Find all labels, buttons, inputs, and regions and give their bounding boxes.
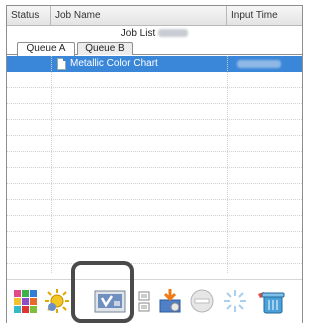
delete-button[interactable]	[252, 288, 292, 314]
color-chart-icon	[14, 290, 37, 313]
document-small-icon	[138, 291, 150, 312]
tab-queue-b[interactable]: Queue B	[77, 42, 133, 55]
settings-button[interactable]	[44, 288, 70, 314]
trash-icon	[258, 292, 285, 314]
column-divider	[51, 56, 52, 273]
job-list-title: Job List	[7, 27, 302, 41]
minus-circle-icon	[190, 289, 214, 313]
highlight-ring	[71, 261, 134, 323]
document-icon	[57, 58, 66, 70]
print-output-button[interactable]	[157, 288, 183, 314]
color-chart-button[interactable]	[13, 288, 39, 314]
job-list-title-text: Job List	[120, 28, 156, 39]
column-job-name[interactable]: Job Name	[51, 6, 227, 25]
print-output-icon	[159, 289, 181, 313]
column-divider	[227, 56, 228, 273]
sparkle-icon	[224, 290, 246, 312]
input-time-cell-blurred	[237, 60, 281, 68]
job-list-window: Status Job Name Input Time Job List Queu…	[6, 5, 303, 323]
job-name-cell: Metallic Color Chart	[70, 58, 158, 69]
queue-tabs: Queue A Queue B	[7, 41, 302, 56]
document-small-button[interactable]	[137, 288, 151, 314]
tab-queue-a[interactable]: Queue A	[17, 42, 75, 56]
column-status[interactable]: Status	[7, 6, 51, 25]
remove-button[interactable]	[189, 288, 215, 314]
blurred-printer-name	[158, 29, 189, 38]
column-header: Status Job Name Input Time	[7, 6, 302, 26]
toolbar	[7, 279, 302, 323]
sun-settings-icon	[45, 289, 69, 313]
refresh-button[interactable]	[222, 288, 248, 314]
column-input-time[interactable]: Input Time	[227, 6, 302, 25]
